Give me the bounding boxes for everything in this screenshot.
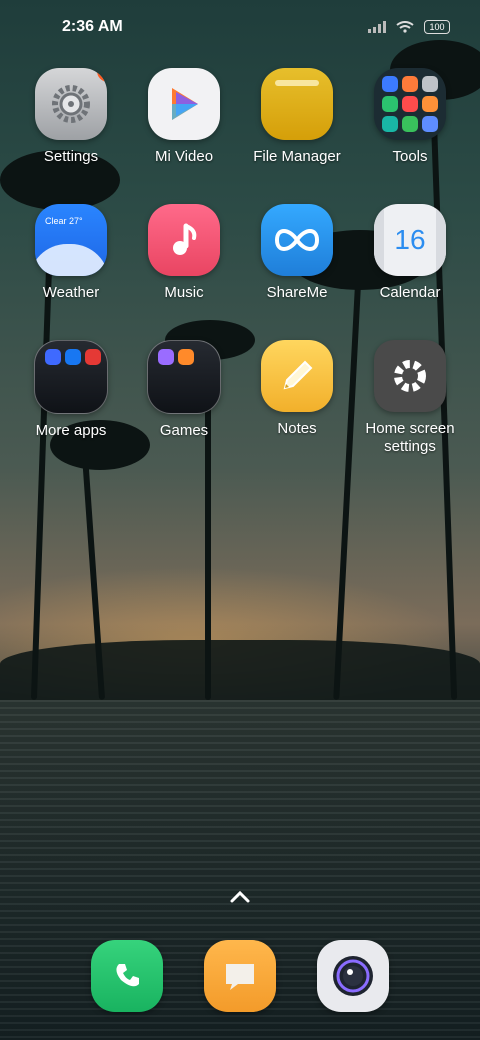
battery-icon: 100 — [424, 20, 450, 34]
infinity-icon — [261, 204, 333, 276]
app-label: Weather — [42, 284, 100, 301]
music-note-icon — [148, 204, 220, 276]
app-settings[interactable]: 1 Settings — [13, 68, 129, 166]
folder-games[interactable]: Games — [126, 340, 242, 440]
status-bar: 2:36 AM 100 — [0, 0, 480, 56]
camera-lens-icon — [317, 940, 389, 1012]
app-label: Home screen settings — [365, 420, 455, 455]
app-label: Calendar — [379, 284, 441, 301]
dock-messaging[interactable] — [204, 940, 276, 1012]
app-file-manager[interactable]: File Manager — [239, 68, 355, 166]
notification-badge: 1 — [97, 68, 107, 82]
app-label: Settings — [43, 148, 99, 165]
tools-grid-icon — [374, 68, 446, 140]
weather-text: Clear 27° — [45, 216, 83, 226]
folder-icon — [34, 340, 108, 414]
phone-icon — [91, 940, 163, 1012]
app-label: File Manager — [253, 148, 341, 165]
play-triangle-icon — [148, 68, 220, 140]
app-drawer-chevron-up-icon[interactable] — [229, 890, 251, 909]
folder-more-apps[interactable]: More apps — [13, 340, 129, 440]
message-icon — [204, 940, 276, 1012]
pencil-icon — [261, 340, 333, 412]
app-label: Tools — [392, 148, 428, 165]
app-tools-folder[interactable]: Tools — [352, 68, 468, 166]
settings-gear-icon: 1 — [35, 68, 107, 140]
app-notes[interactable]: Notes — [239, 340, 355, 438]
app-home-screen-settings[interactable]: Home screen settings — [352, 340, 468, 456]
status-time: 2:36 AM — [62, 18, 123, 35]
app-music[interactable]: Music — [126, 204, 242, 302]
app-weather[interactable]: Clear 27° Weather — [13, 204, 129, 302]
signal-icon — [368, 21, 386, 33]
calendar-icon: 16 — [374, 204, 446, 276]
app-label: Games — [159, 422, 209, 439]
app-label: Music — [164, 284, 204, 301]
app-label: Notes — [277, 420, 317, 437]
dock-phone[interactable] — [91, 940, 163, 1012]
app-label: More apps — [35, 422, 107, 439]
folder-icon — [261, 68, 333, 140]
app-calendar[interactable]: 16 Calendar — [352, 204, 468, 302]
status-icons: 100 — [368, 20, 450, 34]
dock-camera[interactable] — [317, 940, 389, 1012]
calendar-day: 16 — [394, 224, 426, 255]
cloud-icon: Clear 27° — [35, 204, 107, 276]
app-label: Mi Video — [154, 148, 214, 165]
app-label: ShareMe — [266, 284, 328, 301]
gear-icon — [374, 340, 446, 412]
app-shareme[interactable]: ShareMe — [239, 204, 355, 302]
app-mi-video[interactable]: Mi Video — [126, 68, 242, 166]
folder-icon — [147, 340, 221, 414]
wifi-icon — [396, 21, 414, 33]
